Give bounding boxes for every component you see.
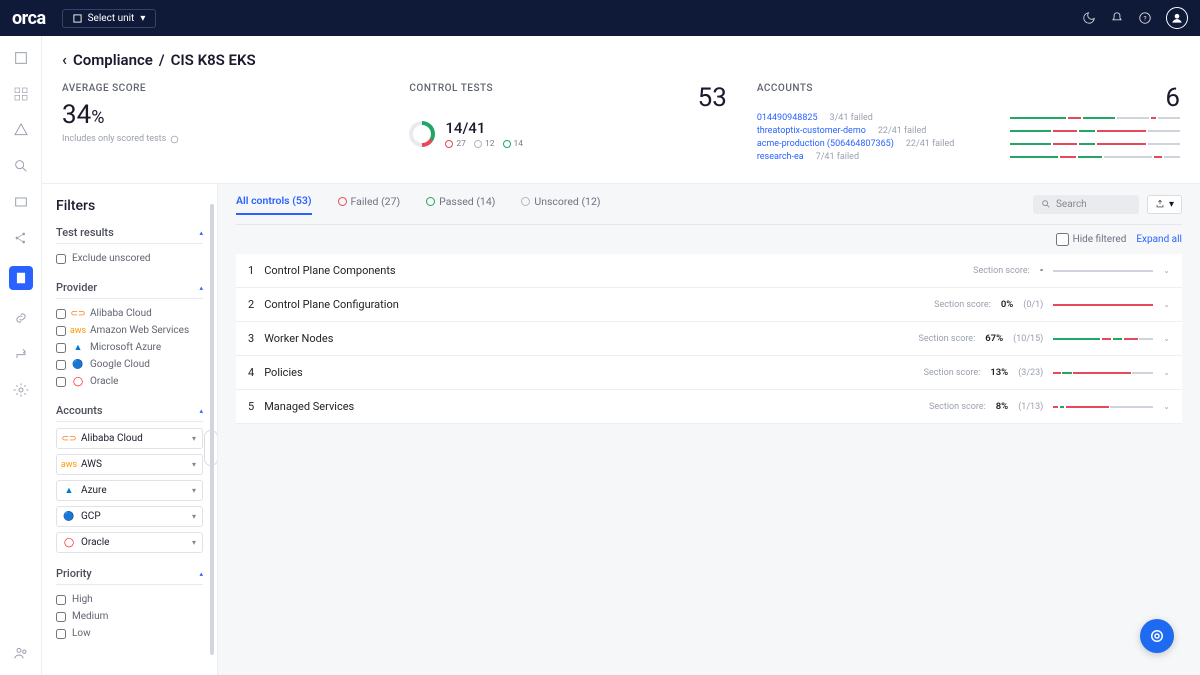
nav-compliance-icon[interactable] [9,266,33,290]
topbar-right: ? [1082,7,1188,29]
share-icon [1155,199,1165,209]
results-panel: All controls (53) Failed (27) Passed (14… [218,184,1200,675]
chevron-down-icon: ⌄ [1163,368,1170,377]
search-icon [1041,199,1051,209]
back-icon[interactable]: ‹ [62,50,67,69]
filters-title: Filters [56,198,217,214]
tab-passed[interactable]: Passed (14) [426,195,495,214]
account-select[interactable]: 🔵GCP [56,506,203,527]
help-icon[interactable]: ? [1138,11,1152,25]
nav-settings-icon[interactable] [13,382,29,398]
info-icon[interactable] [170,135,179,144]
section-row[interactable]: 3 Worker Nodes Section score: 67% (10/15… [236,322,1182,356]
tab-unscored[interactable]: Unscored (12) [521,195,600,214]
help-fab[interactable] [1140,619,1174,653]
section-row[interactable]: 5 Managed Services Section score: 8% (1/… [236,390,1182,424]
nav-search-icon[interactable] [13,158,29,174]
account-select[interactable]: ◯Oracle [56,532,203,553]
chevron-down-icon: ⌄ [1163,300,1170,309]
moon-icon[interactable] [1082,11,1096,25]
top-bar: orca Select unit ▾ ? [0,0,1200,36]
chevron-down-icon: ⌄ [1163,334,1170,343]
provider-checkbox[interactable]: ▲Microsoft Azure [56,339,203,356]
account-row[interactable]: research-ea7/41 failed [757,152,1180,162]
expand-all-link[interactable]: Expand all [1136,234,1182,245]
accounts-count: 6 [1165,83,1180,113]
nav-alert-icon[interactable] [13,122,29,138]
filter-accounts-head[interactable]: Accounts [56,404,203,422]
account-row[interactable]: threatoptix-customer-demo22/41 failed [757,126,1180,136]
select-unit-label: Select unit [88,13,135,24]
filters-panel: Filters Test results Exclude unscored Pr… [42,184,218,675]
chevron-down-icon: ▾ [140,13,145,24]
chevron-down-icon: ▾ [1169,199,1174,210]
avg-score-note: Includes only scored tests [62,134,379,144]
section-row[interactable]: 4 Policies Section score: 13% (3/23) ⌄ [236,356,1182,390]
provider-checkbox[interactable]: 🔵Google Cloud [56,356,203,373]
control-tests-count: 53 [698,83,727,113]
breadcrumb: ‹ Compliance / CIS K8S EKS [62,50,1180,69]
tab-failed[interactable]: Failed (27) [338,195,401,214]
account-select[interactable]: awsAWS [56,454,203,475]
nav-dashboard-icon[interactable] [13,86,29,102]
avatar[interactable] [1166,7,1188,29]
breadcrumb-parent[interactable]: Compliance [73,51,153,69]
priority-checkbox[interactable]: Low [56,625,203,642]
actions-row: Hide filtered Expand all [236,225,1182,254]
share-button[interactable]: ▾ [1147,195,1182,214]
nav-flow-icon[interactable] [13,346,29,362]
account-select[interactable]: ▲Azure [56,480,203,501]
nav-box-icon[interactable] [13,194,29,210]
nav-home-icon[interactable] [13,50,29,66]
account-select[interactable]: ⊂⊃Alibaba Cloud [56,428,203,449]
bell-icon[interactable] [1110,11,1124,25]
control-tests-legend: 27 12 14 [445,139,523,149]
account-row[interactable]: acme-production (506464807365)22/41 fail… [757,139,1180,149]
filter-test-results-head[interactable]: Test results [56,226,203,244]
svg-text:?: ? [1143,14,1146,22]
section-row[interactable]: 2 Control Plane Configuration Section sc… [236,288,1182,322]
nav-share-icon[interactable] [13,230,29,246]
provider-checkbox[interactable]: ⊂⊃Alibaba Cloud [56,305,203,322]
control-tests-ratio: 14/41 [445,119,523,137]
resize-handle[interactable]: ⟩ [204,430,218,466]
control-tests-donut [409,121,435,147]
provider-checkbox[interactable]: awsAmazon Web Services [56,322,203,339]
hide-filtered-checkbox[interactable]: Hide filtered [1056,233,1127,246]
avg-score-title: AVERAGE SCORE [62,83,379,94]
breadcrumb-sep: / [159,51,165,69]
unit-icon [73,14,82,23]
nav-users-icon[interactable] [13,645,29,661]
tab-all-controls[interactable]: All controls (53) [236,194,312,215]
accounts-title: ACCOUNTS [757,83,813,94]
provider-checkbox[interactable]: ◯Oracle [56,373,203,390]
chevron-down-icon: ⌄ [1163,402,1170,411]
nav-link-icon[interactable] [13,310,29,326]
filter-priority-head[interactable]: Priority [56,567,203,585]
exclude-unscored-checkbox[interactable]: Exclude unscored [56,250,203,267]
select-unit-dropdown[interactable]: Select unit ▾ [62,9,157,28]
priority-checkbox[interactable]: High [56,591,203,608]
avg-score-value: 34% [62,100,379,130]
breadcrumb-current: CIS K8S EKS [171,51,256,69]
tabs-row: All controls (53) Failed (27) Passed (14… [236,184,1182,225]
logo: orca [12,8,46,29]
accounts-list: 0144909488253/41 failed threatoptix-cust… [757,113,1180,162]
control-tests-title: CONTROL TESTS [409,83,493,94]
lifebuoy-icon [1150,629,1164,643]
filter-provider-head[interactable]: Provider [56,281,203,299]
priority-checkbox[interactable]: Medium [56,608,203,625]
search-input[interactable]: Search [1033,195,1139,214]
account-row[interactable]: 0144909488253/41 failed [757,113,1180,123]
chevron-down-icon: ⌄ [1163,266,1170,275]
side-nav [0,36,42,675]
section-row[interactable]: 1 Control Plane Components Section score… [236,254,1182,288]
